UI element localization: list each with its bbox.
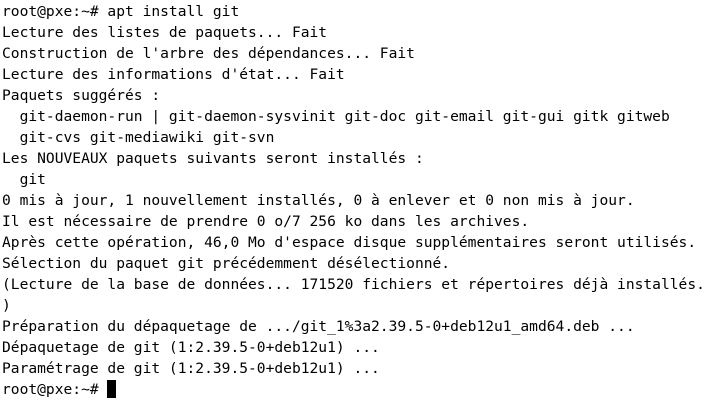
terminal-output-line: git-cvs git-mediawiki git-svn: [2, 129, 275, 146]
terminal-prompt-line[interactable]: root@pxe:~#: [2, 379, 720, 400]
terminal-line-command: root@pxe:~# apt install git: [2, 3, 240, 20]
terminal-output-line: ): [2, 297, 11, 314]
terminal-output-line: 0 mis à jour, 1 nouvellement installés, …: [2, 192, 635, 209]
terminal-output-line: Dépaquetage de git (1:2.39.5-0+deb12u1) …: [2, 339, 380, 356]
shell-prompt: root@pxe:~#: [2, 381, 108, 398]
terminal-output-line: Lecture des listes de paquets... Fait: [2, 24, 328, 41]
terminal-output-line: Sélection du paquet git précédemment dés…: [2, 255, 451, 272]
terminal-output-line: Il est nécessaire de prendre 0 o/7 256 k…: [2, 213, 530, 230]
terminal-output-line: Construction de l'arbre des dépendances.…: [2, 45, 415, 62]
terminal-output-line: git-daemon-run | git-daemon-sysvinit git…: [2, 108, 670, 125]
terminal-output-line: Lecture des informations d'état... Fait: [2, 66, 345, 83]
terminal-output-line: git: [2, 171, 46, 188]
terminal-output-line: Après cette opération, 46,0 Mo d'espace …: [2, 234, 697, 251]
terminal-output-line: Paquets suggérés :: [2, 87, 161, 104]
terminal-output-line: Préparation du dépaquetage de .../git_1%…: [2, 318, 635, 335]
terminal-output-line: Paramétrage de git (1:2.39.5-0+deb12u1) …: [2, 360, 380, 377]
text-cursor: [107, 380, 117, 398]
terminal-output-line: Les NOUVEAUX paquets suivants seront ins…: [2, 150, 424, 167]
terminal-output-line: (Lecture de la base de données... 171520…: [2, 276, 705, 293]
terminal-window[interactable]: root@pxe:~# apt install git Lecture des …: [0, 0, 720, 410]
